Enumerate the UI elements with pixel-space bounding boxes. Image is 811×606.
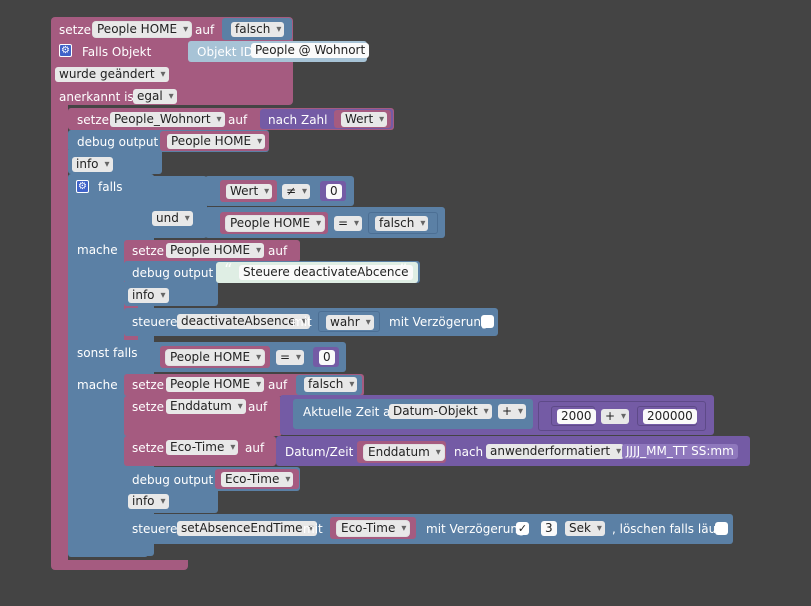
and-dropdown[interactable]: und <box>152 211 193 226</box>
auf-label: auf <box>195 23 215 37</box>
verzoegerung-label: mit Verzögerung <box>426 522 526 536</box>
gear-icon[interactable]: ⚙ <box>76 180 89 193</box>
operator-dropdown[interactable]: = <box>334 216 363 231</box>
loeschen-label: , löschen falls läuft <box>612 522 725 536</box>
falsch-dropdown[interactable]: falsch <box>375 216 429 231</box>
setze-label: setze <box>132 244 165 258</box>
variable-dropdown[interactable]: People HOME <box>166 377 265 392</box>
auf-label: auf <box>248 400 268 414</box>
wurde-dropdown[interactable]: wurde geändert <box>55 67 169 82</box>
anerkannt-dropdown[interactable]: egal <box>133 89 177 104</box>
close-quote-icon: ” <box>399 260 408 279</box>
wert-dropdown[interactable]: Wert <box>341 112 388 127</box>
eco-time-dropdown[interactable]: Eco-Time <box>337 521 410 536</box>
value-dropdown[interactable]: falsch <box>231 22 285 37</box>
variable-dropdown[interactable]: Eco-Time <box>166 440 239 455</box>
loeschen-checkbox[interactable] <box>715 522 728 535</box>
sonst-falls-label: sonst falls <box>77 346 138 360</box>
operator-dropdown[interactable]: = <box>276 350 305 365</box>
text-field[interactable]: Steuere deactivateAbcence <box>239 265 413 280</box>
mit-label: mit <box>292 315 312 329</box>
auf-label: auf <box>268 378 288 392</box>
open-quote-icon: “ <box>224 260 233 279</box>
auf-label: auf <box>268 244 288 258</box>
mache-label: mache <box>77 243 118 257</box>
trigger-block-bottom <box>51 560 188 570</box>
verzoegerung-label: mit Verzögerung <box>389 315 489 329</box>
mit-label: mit <box>303 522 323 536</box>
trigger-block-spine <box>51 100 68 565</box>
setze-label: setze <box>132 378 165 392</box>
number-field[interactable]: 2000 <box>557 409 596 424</box>
number-field[interactable]: 0 <box>319 350 335 365</box>
setze-label: setze <box>132 400 165 414</box>
number-field[interactable]: 0 <box>326 184 342 199</box>
number-field[interactable]: 200000 <box>643 409 697 424</box>
debug-output-label: debug output <box>77 135 159 149</box>
setze-label: setze <box>132 441 165 455</box>
aktuelle-zeit-label: Aktuelle Zeit als <box>303 405 401 419</box>
auf-label: auf <box>245 441 265 455</box>
debug-level-dropdown[interactable]: info <box>72 157 113 172</box>
operator-dropdown[interactable]: ≠ <box>282 184 311 199</box>
debug-level-dropdown[interactable]: info <box>128 494 169 509</box>
wahr-dropdown[interactable]: wahr <box>326 315 374 330</box>
falls-objekt-label: Falls Objekt <box>82 45 152 59</box>
eco-time-dropdown[interactable]: Eco-Time <box>221 472 294 487</box>
verzoegerung-checkbox[interactable] <box>481 315 494 328</box>
gear-icon[interactable]: ⚙ <box>59 44 72 57</box>
if-block-bottom <box>68 545 148 557</box>
variable-dropdown[interactable]: People HOME <box>166 243 265 258</box>
debug-output-label: debug output <box>132 266 214 280</box>
steuere-block-bottom <box>124 540 146 546</box>
auf-label: auf <box>228 113 248 127</box>
mache-label: mache <box>77 378 118 392</box>
variable-dropdown[interactable]: People_Wohnort <box>110 112 225 127</box>
setze-label: setze <box>77 113 110 127</box>
variable-dropdown[interactable]: People HOME <box>93 22 192 37</box>
steuere-label: steuere <box>132 522 178 536</box>
datum-objekt-dropdown[interactable]: Datum-Objekt <box>389 404 492 419</box>
people-home-dropdown[interactable]: People HOME <box>167 134 266 149</box>
format-pattern-field[interactable]: JJJJ_MM_TT SS:mm <box>622 444 738 459</box>
falsch-dropdown[interactable]: falsch <box>304 377 358 392</box>
anerkannt-label: anerkannt ist <box>59 90 139 104</box>
function-dropdown[interactable]: deactivateAbsence <box>177 314 310 329</box>
steuere-label: steuere <box>132 315 178 329</box>
verzoegerung-checkbox[interactable]: ✓ <box>516 522 529 535</box>
debug-output-label: debug output <box>132 473 214 487</box>
setze-label: setze <box>59 23 92 37</box>
operator-dropdown[interactable]: + <box>498 404 527 419</box>
unit-dropdown[interactable]: Sek <box>565 521 605 536</box>
nach-zahl-label: nach Zahl <box>268 113 328 127</box>
delay-field[interactable]: 3 <box>541 521 557 536</box>
nach-label: nach <box>454 445 484 459</box>
debug-level-dropdown[interactable]: info <box>128 288 169 303</box>
format-dropdown[interactable]: anwenderformatiert <box>486 444 625 459</box>
variable-dropdown[interactable]: Enddatum <box>166 399 246 414</box>
datumzeit-label: Datum/Zeit <box>285 445 354 459</box>
enddatum-dropdown[interactable]: Enddatum <box>364 445 444 460</box>
and-block[interactable] <box>147 176 207 238</box>
objekt-id-field[interactable]: People @ Wohnort <box>251 43 370 58</box>
objekt-id-label: Objekt ID <box>197 45 254 59</box>
function-dropdown[interactable]: setAbsenceEndTime <box>177 521 317 536</box>
wert-dropdown[interactable]: Wert <box>226 184 273 199</box>
falls-label: falls <box>98 180 123 194</box>
people-home-dropdown[interactable]: People HOME <box>166 350 265 365</box>
operator-dropdown[interactable]: + <box>601 409 630 424</box>
people-home-dropdown[interactable]: People HOME <box>226 216 325 231</box>
